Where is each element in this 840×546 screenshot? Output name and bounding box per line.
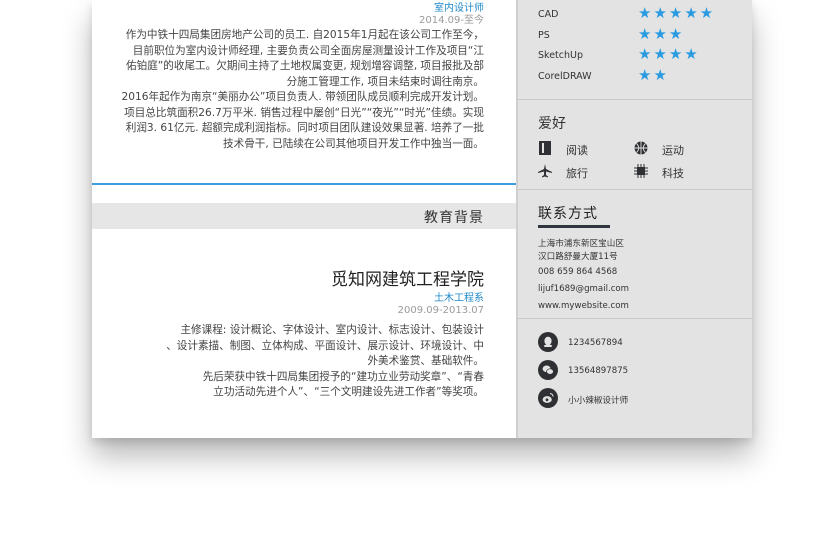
- divider: [518, 99, 752, 100]
- star-rating-icon: ★★★: [638, 24, 685, 43]
- sidebar: CAD ★★★★★ PS ★★★ SketchUp ★★★★ CorelDRAW…: [516, 0, 752, 438]
- airplane-icon: [538, 164, 552, 178]
- education-header: 教育背景: [92, 203, 516, 229]
- phone-number: 008 659 864 4568: [538, 267, 618, 277]
- hobby-label: 阅读: [566, 144, 588, 157]
- work-date: 2014.09-至今: [419, 15, 484, 26]
- skill-name: CorelDRAW: [538, 70, 592, 82]
- qq-number: 1234567894: [568, 338, 623, 348]
- school-name: 觅知网建筑工程学院: [331, 270, 484, 290]
- address-line-1: 上海市浦东新区宝山区: [538, 239, 624, 249]
- work-description-1: 作为中铁十四局集团房地产公司的员工. 自2015年1月起在该公司工作至今， 目前…: [125, 29, 484, 88]
- address-line-2: 汉口路舒曼大厦11号: [538, 252, 618, 262]
- hobby-label: 旅行: [566, 167, 588, 180]
- divider: [518, 189, 752, 190]
- work-description-2: 2016年起作为南京“美丽办公”项目负责人. 带领团队成员顺利完成开发计划。 项…: [121, 91, 484, 150]
- weibo-icon: [538, 388, 558, 408]
- skill-name: CAD: [538, 9, 559, 20]
- skill-name: SketchUp: [538, 50, 583, 61]
- contact-title: 联系方式: [538, 206, 598, 222]
- skills-list: CAD ★★★★★ PS ★★★ SketchUp ★★★★ CorelDRAW…: [538, 6, 738, 88]
- divider: [518, 318, 752, 319]
- wechat-icon: [538, 360, 558, 380]
- school-date: 2009.09-2013.07: [397, 305, 484, 316]
- skill-row: CorelDRAW ★★: [538, 65, 738, 89]
- hobby-label: 科技: [662, 167, 684, 180]
- resume-sheet: 室内设计师 2014.09-至今 作为中铁十四局集团房地产公司的员工. 自201…: [92, 0, 752, 438]
- email-address[interactable]: lijuf1689@gmail.com: [538, 284, 629, 294]
- qq-icon: [538, 332, 558, 352]
- star-rating-icon: ★★★★★: [638, 4, 716, 22]
- basketball-icon: [634, 141, 648, 155]
- book-icon: [539, 141, 551, 155]
- contact-title-underline: [538, 225, 610, 228]
- section-divider: [92, 183, 516, 185]
- wechat-number: 13564897875: [568, 366, 629, 376]
- website-url[interactable]: www.mywebsite.com: [538, 301, 629, 311]
- education-title: 教育背景: [424, 210, 484, 226]
- weibo-name: 小小辣椒设计师: [568, 396, 629, 406]
- hobbies-title: 爱好: [538, 116, 566, 132]
- chip-icon: [634, 164, 648, 178]
- main-column: 室内设计师 2014.09-至今 作为中铁十四局集团房地产公司的员工. 自201…: [92, 0, 516, 438]
- school-major: 土木工程系: [434, 293, 484, 304]
- skill-name: PS: [538, 29, 550, 41]
- star-rating-icon: ★★: [638, 65, 669, 84]
- skill-row: PS ★★★: [538, 24, 738, 48]
- skill-row: SketchUp ★★★★: [538, 47, 738, 68]
- skill-row: CAD ★★★★★: [538, 6, 738, 27]
- education-description: 主修课程: 设计概论、字体设计、室内设计、标志设计、包装设计 、设计素描、制图、…: [166, 324, 484, 399]
- star-rating-icon: ★★★★: [638, 45, 700, 63]
- hobby-label: 运动: [662, 144, 684, 157]
